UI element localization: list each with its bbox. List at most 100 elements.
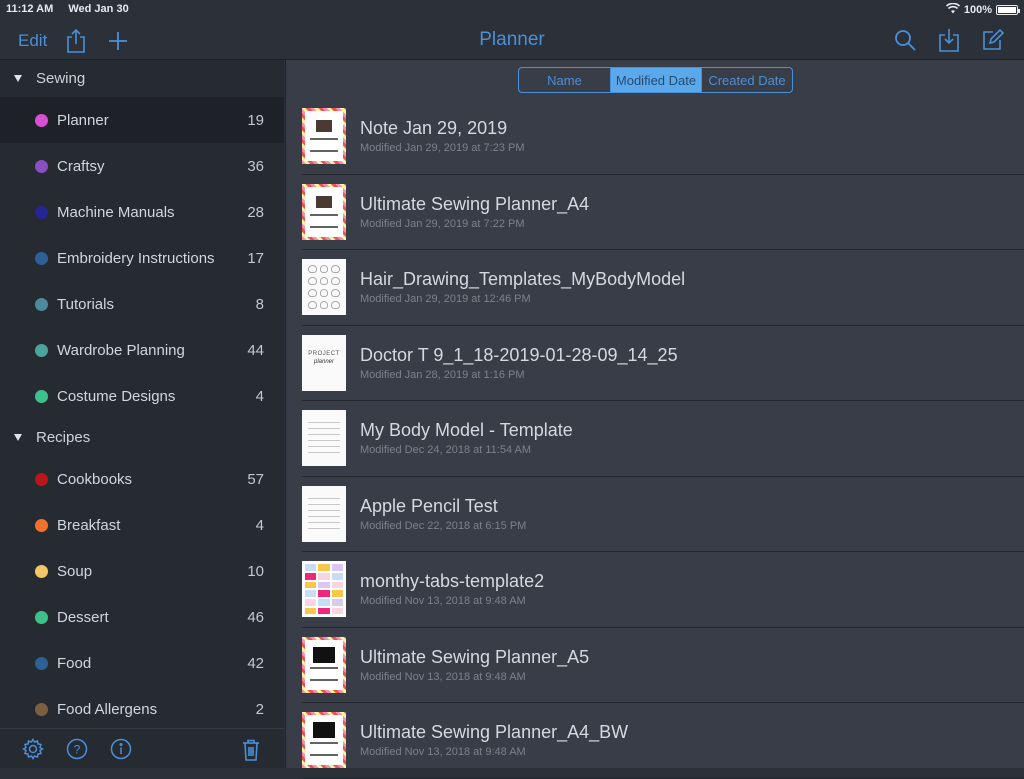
document-modified-date: Modified Nov 13, 2018 at 9:48 AM [360,670,526,683]
sidebar-item-label: Wardrobe Planning [57,341,185,359]
sidebar-footer: ? [0,728,284,768]
document-list[interactable]: Note Jan 29, 2019 Modified Jan 29, 2019 a… [302,99,1024,779]
document-row[interactable]: Ultimate Sewing Planner_A4_BW Modified No… [302,703,1024,779]
document-thumbnail[interactable] [302,561,346,618]
compose-icon[interactable] [980,27,1006,53]
navigation-bar: Edit Planner [0,20,1024,60]
group-label: Recipes [36,429,91,446]
document-row[interactable]: Hair_Drawing_Templates_MyBodyModel Modifi… [302,250,1024,326]
color-tag-icon [35,472,48,486]
sidebar-item-label: Machine Manuals [57,203,175,221]
info-icon[interactable] [108,736,134,762]
sort-segmented-control[interactable]: Name Modified Date Created Date [518,67,793,93]
document-name: Apple Pencil Test [360,495,498,516]
document-row[interactable]: Apple Pencil Test Modified Dec 22, 2018 a… [302,477,1024,552]
document-name: Ultimate Sewing Planner_A4 [360,193,590,214]
sidebar-item-count: 10 [247,562,264,580]
document-row[interactable]: PROJECT planner Doctor T 9_1_18-2019-01-28… [302,326,1024,401]
document-thumbnail[interactable] [302,712,346,769]
import-icon[interactable] [936,27,962,53]
document-modified-date: Modified Jan 29, 2019 at 7:22 PM [360,217,525,230]
sidebar-item-count: 36 [247,157,264,175]
document-row[interactable]: Ultimate Sewing Planner_A4 Modified Jan 2… [302,175,1024,250]
document-name: Ultimate Sewing Planner_A5 [360,646,590,667]
color-tag-icon [35,113,48,127]
sidebar-item-label: Soup [57,562,93,580]
document-thumbnail[interactable] [302,636,346,693]
gear-icon[interactable] [20,736,46,762]
document-thumbnail[interactable] [302,485,346,542]
sidebar-item-count: 44 [247,341,264,359]
status-date: Wed Jan 30 [68,3,129,15]
sidebar-list[interactable]: Sewing Planner 19 Craftsy 36 Machine Manuals 2… [0,60,284,728]
color-tag-icon [35,343,48,357]
sidebar-item-breakfast[interactable]: Breakfast 4 [0,502,284,548]
sidebar-item-soup[interactable]: Soup 10 [0,548,284,594]
sort-modified-date-button[interactable]: Modified Date [610,68,701,92]
sidebar-item-machine-manuals[interactable]: Machine Manuals 28 [0,189,284,235]
edit-button[interactable]: Edit [18,31,47,51]
document-row[interactable]: monthy-tabs-template2 Modified Nov 13, 20… [302,552,1024,628]
sidebar-item-count: 4 [255,516,264,534]
document-row[interactable]: Ultimate Sewing Planner_A5 Modified Nov 1… [302,628,1024,703]
sidebar-item-label: Costume Designs [57,387,176,405]
sort-name-button[interactable]: Name [519,68,610,92]
disclosure-triangle-icon[interactable] [14,75,22,82]
sidebar-item-label: Planner [57,111,109,129]
sidebar-item-costume-designs[interactable]: Costume Designs 4 [0,373,284,419]
document-pane: Name Modified Date Created Date Note Jan 2… [285,60,1024,779]
document-name: My Body Model - Template [360,420,573,441]
document-modified-date: Modified Nov 13, 2018 at 9:48 AM [360,595,526,608]
document-row[interactable]: Note Jan 29, 2019 Modified Jan 29, 2019 a… [302,99,1024,175]
sidebar-item-label: Craftsy [57,157,105,175]
document-name: Hair_Drawing_Templates_MyBodyModel [360,269,686,290]
document-thumbnail[interactable] [302,108,346,165]
document-thumbnail[interactable] [302,410,346,467]
sidebar-item-wardrobe-planning[interactable]: Wardrobe Planning 44 [0,327,284,373]
sidebar-item-label: Breakfast [57,516,121,534]
document-modified-date: Modified Dec 24, 2018 at 11:54 AM [360,444,532,457]
wifi-icon [945,2,960,17]
color-tag-icon [35,656,48,670]
sidebar-item-craftsy[interactable]: Craftsy 36 [0,143,284,189]
sidebar: Sewing Planner 19 Craftsy 36 Machine Manuals 2… [0,60,284,768]
sidebar-item-label: Tutorials [57,295,114,313]
trash-icon[interactable] [238,737,264,763]
sidebar-item-count: 28 [247,203,264,221]
sidebar-item-label: Food [57,654,92,672]
sidebar-item-food-allergens[interactable]: Food Allergens 2 [0,686,284,728]
share-icon[interactable] [63,28,89,54]
sidebar-item-tutorials[interactable]: Tutorials 8 [0,281,284,327]
document-modified-date: Modified Nov 13, 2018 at 9:48 AM [360,746,526,759]
add-icon[interactable] [105,28,131,54]
sidebar-group-sewing[interactable]: Sewing [0,60,284,97]
page-title: Planner [479,29,545,50]
help-icon[interactable]: ? [64,736,90,762]
disclosure-triangle-icon[interactable] [14,434,22,441]
document-modified-date: Modified Dec 22, 2018 at 6:15 PM [360,519,527,532]
document-thumbnail[interactable] [302,183,346,240]
color-tag-icon [35,702,48,716]
document-modified-date: Modified Jan 29, 2019 at 7:23 PM [360,142,525,155]
document-name: monthy-tabs-template2 [360,571,545,592]
sidebar-item-count: 17 [247,249,264,267]
svg-text:?: ? [74,742,81,756]
sidebar-item-label: Cookbooks [57,470,133,488]
sidebar-item-food[interactable]: Food 42 [0,640,284,686]
color-tag-icon [35,297,48,311]
sidebar-item-label: Embroidery Instructions [57,249,215,267]
battery-icon [996,5,1020,15]
sidebar-item-count: 46 [247,608,264,626]
document-thumbnail[interactable] [302,259,346,316]
color-tag-icon [35,205,48,219]
sidebar-item-planner[interactable]: Planner 19 [0,97,284,143]
document-thumbnail[interactable]: PROJECT planner [302,334,346,391]
document-row[interactable]: My Body Model - Template Modified Dec 24,… [302,401,1024,477]
sidebar-item-cookbooks[interactable]: Cookbooks 57 [0,456,284,502]
sidebar-group-recipes[interactable]: Recipes [0,419,284,456]
search-icon[interactable] [892,27,918,53]
sort-created-date-button[interactable]: Created Date [701,68,792,92]
sidebar-item-embroidery-instructions[interactable]: Embroidery Instructions 17 [0,235,284,281]
status-bar: 11:12 AM Wed Jan 30 100% [0,0,1024,20]
sidebar-item-dessert[interactable]: Dessert 46 [0,594,284,640]
